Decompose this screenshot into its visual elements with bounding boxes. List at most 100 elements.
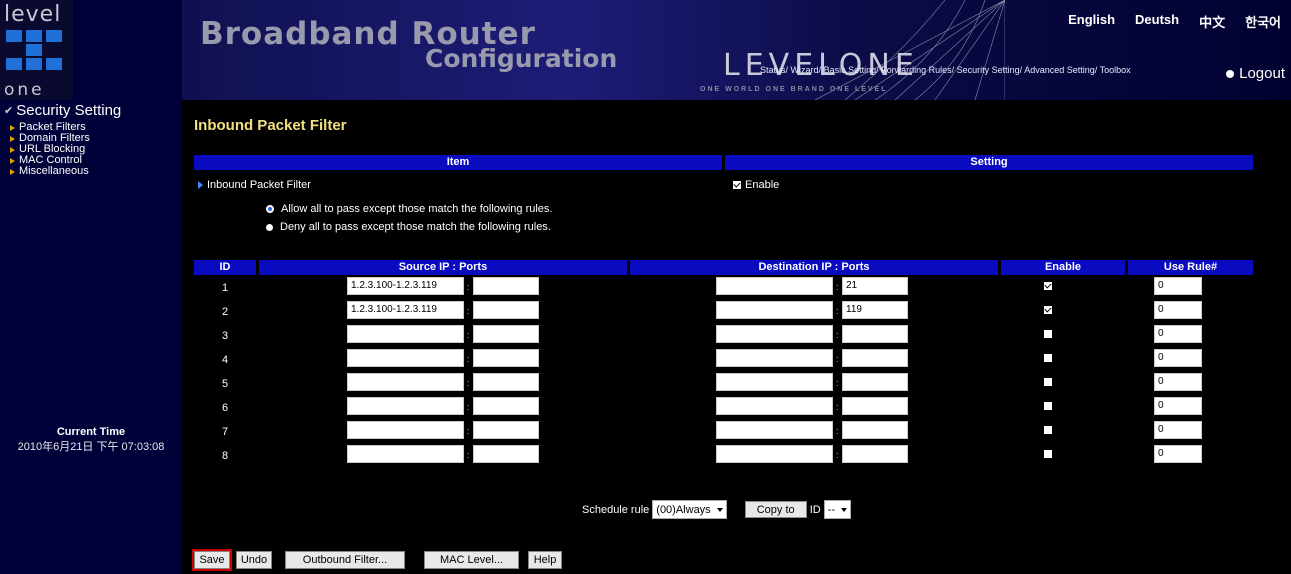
lang-deutsch[interactable]: Deutsh	[1135, 12, 1179, 31]
lang-korean[interactable]: 한국어	[1245, 12, 1281, 31]
dropdown-arrow-icon	[841, 507, 848, 512]
use-rule-input[interactable]: 0	[1154, 373, 1202, 391]
title-configuration: Configuration	[425, 44, 618, 73]
nav-advanced-setting[interactable]: Advanced Setting/	[1024, 65, 1097, 75]
colon-separator: :	[467, 402, 470, 412]
use-rule-input[interactable]: 0	[1154, 445, 1202, 463]
rule-id: 2	[221, 306, 229, 318]
th-id: ID	[194, 260, 256, 275]
destination-port-input[interactable]	[842, 445, 908, 463]
source-port-input[interactable]	[473, 421, 539, 439]
source-port-input[interactable]	[473, 397, 539, 415]
table-row: 3:: 0	[194, 325, 1254, 349]
source-ip-input[interactable]	[347, 373, 464, 391]
source-port-input[interactable]	[473, 325, 539, 343]
th-destination: Destination IP : Ports	[630, 260, 998, 275]
radio-deny-row[interactable]: Deny all to pass except those match the …	[266, 221, 551, 233]
sidebar-item-miscellaneous[interactable]: Miscellaneous	[10, 166, 90, 177]
logout-link[interactable]: Logout	[1226, 65, 1285, 82]
destination-ip-input[interactable]	[716, 421, 833, 439]
nav-wizard[interactable]: Wizard/	[791, 65, 822, 75]
levelone-logo: level one	[0, 0, 73, 100]
nav-security-setting[interactable]: Security Setting/	[957, 65, 1023, 75]
source-port-input[interactable]	[473, 349, 539, 367]
lang-chinese[interactable]: 中文	[1199, 12, 1225, 31]
source-port-input[interactable]	[473, 373, 539, 391]
table-row: 4:: 0	[194, 349, 1254, 373]
source-port-input[interactable]	[473, 301, 539, 319]
use-rule-input[interactable]: 0	[1154, 421, 1202, 439]
th-source: Source IP : Ports	[259, 260, 627, 275]
nav-basic-setting[interactable]: Basic Setting/	[824, 65, 879, 75]
destination-ip-input[interactable]	[716, 301, 833, 319]
nav-toolbox[interactable]: Toolbox	[1100, 65, 1131, 75]
radio-allow-row[interactable]: Allow all to pass except those match the…	[266, 203, 552, 215]
source-ip-input[interactable]	[347, 397, 464, 415]
source-ip-input[interactable]: 1.2.3.100-1.2.3.119	[347, 277, 464, 295]
use-rule-input[interactable]: 0	[1154, 325, 1202, 343]
inbound-filter-enable[interactable]: Enable	[733, 179, 779, 191]
colon-separator: :	[836, 426, 839, 436]
radio-allow[interactable]	[266, 205, 274, 213]
colon-separator: :	[836, 450, 839, 460]
rule-enable-checkbox[interactable]	[1044, 426, 1052, 434]
source-ip-input[interactable]	[347, 421, 464, 439]
colon-separator: :	[467, 306, 470, 316]
destination-port-input[interactable]	[842, 373, 908, 391]
destination-port-input[interactable]: 119	[842, 301, 908, 319]
source-ip-input[interactable]: 1.2.3.100-1.2.3.119	[347, 301, 464, 319]
undo-button[interactable]: Undo	[236, 551, 272, 569]
destination-ip-input[interactable]	[716, 397, 833, 415]
rule-enable-checkbox[interactable]	[1044, 354, 1052, 362]
source-ip-input[interactable]	[347, 349, 464, 367]
use-rule-input[interactable]: 0	[1154, 349, 1202, 367]
copy-id-select[interactable]: --	[823, 500, 852, 519]
radio-deny[interactable]	[266, 223, 273, 231]
colon-separator: :	[467, 378, 470, 388]
help-button[interactable]: Help	[528, 551, 562, 569]
destination-ip-input[interactable]	[716, 373, 833, 391]
inbound-filter-label: Inbound Packet Filter	[207, 179, 311, 191]
save-button[interactable]: Save	[192, 549, 232, 571]
current-time-label: Current Time	[56, 426, 126, 438]
source-port-input[interactable]	[473, 445, 539, 463]
use-rule-input[interactable]: 0	[1154, 277, 1202, 295]
rule-id: 6	[221, 402, 229, 414]
rule-enable-checkbox[interactable]	[1044, 378, 1052, 386]
rule-enable-checkbox[interactable]	[1044, 402, 1052, 410]
destination-ip-input[interactable]	[716, 277, 833, 295]
destination-ip-input[interactable]	[716, 445, 833, 463]
header: level one Broadband Router Configuration…	[0, 0, 1291, 100]
nav-forwarding-rules[interactable]: Forwarding Rules/	[881, 65, 954, 75]
schedule-select[interactable]: (00)Always	[652, 500, 727, 519]
rule-enable-checkbox[interactable]	[1044, 306, 1052, 314]
use-rule-input[interactable]: 0	[1154, 301, 1202, 319]
source-ip-input[interactable]	[347, 325, 464, 343]
copy-to-button[interactable]: Copy to	[744, 501, 807, 518]
rule-enable-checkbox[interactable]	[1044, 330, 1052, 338]
triangle-icon	[10, 124, 15, 131]
triangle-icon	[10, 135, 15, 142]
destination-port-input[interactable]	[842, 421, 908, 439]
source-ip-input[interactable]	[347, 445, 464, 463]
table-row: 2 1.2.3.100-1.2.3.119::119 0	[194, 301, 1254, 325]
outbound-filter-button[interactable]: Outbound Filter...	[285, 551, 405, 569]
sidebar-menu: Packet Filters Domain Filters URL Blocki…	[10, 122, 90, 177]
rule-enable-checkbox[interactable]	[1044, 450, 1052, 458]
destination-port-input[interactable]	[842, 325, 908, 343]
use-rule-input[interactable]: 0	[1154, 397, 1202, 415]
rule-enable-checkbox[interactable]	[1044, 282, 1052, 290]
th-enable: Enable	[1001, 260, 1125, 275]
colon-separator: :	[467, 282, 470, 292]
mac-level-button[interactable]: MAC Level...	[424, 551, 519, 569]
nav-status[interactable]: Status/	[760, 65, 788, 75]
source-port-input[interactable]	[473, 277, 539, 295]
destination-port-input[interactable]	[842, 349, 908, 367]
lang-english[interactable]: English	[1068, 12, 1115, 31]
destination-port-input[interactable]: 21	[842, 277, 908, 295]
sidebar-title[interactable]: ✔ Security Setting	[4, 102, 121, 119]
destination-ip-input[interactable]	[716, 349, 833, 367]
destination-port-input[interactable]	[842, 397, 908, 415]
enable-checkbox[interactable]	[733, 181, 741, 189]
destination-ip-input[interactable]	[716, 325, 833, 343]
